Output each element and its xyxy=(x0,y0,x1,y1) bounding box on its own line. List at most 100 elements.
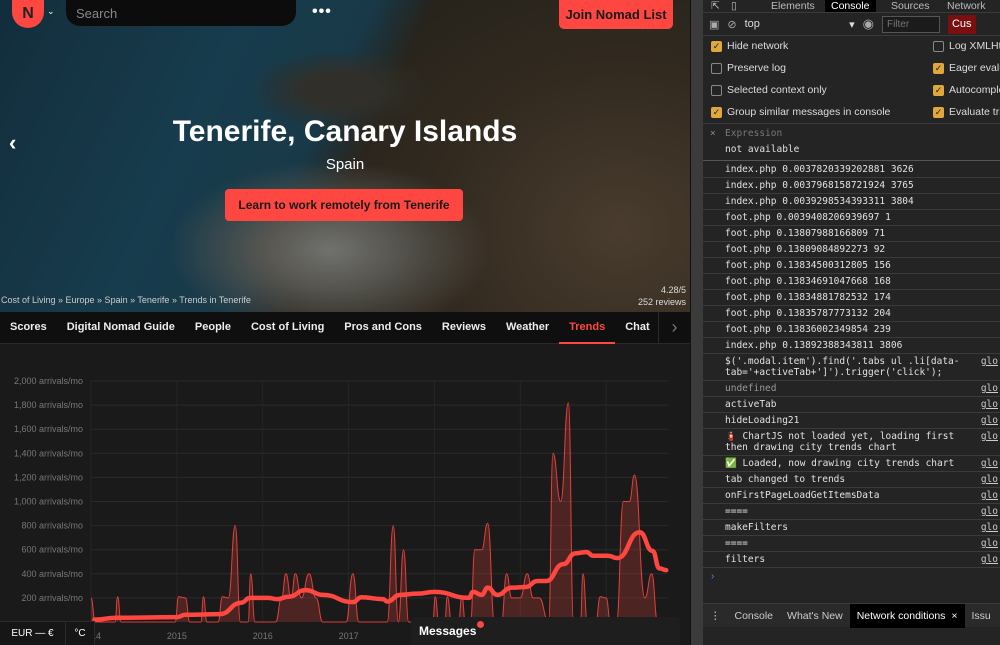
console-message: foot.php 0.13809084892273 92 xyxy=(703,242,1000,258)
join-nomad-list-button[interactable]: Join Nomad List xyxy=(559,0,673,29)
console-message: 🧯 ChartJS not loaded yet, loading first … xyxy=(703,429,1000,456)
currency-selector[interactable]: EUR — € xyxy=(0,622,66,645)
arrivals-chart: 200 arrivals/mo 400 arrivals/mo 600 arriva… xyxy=(14,376,669,641)
source-link[interactable]: glo xyxy=(981,522,998,533)
breadcrumb[interactable]: Cost of Living » Europe » Spain » Teneri… xyxy=(1,295,251,305)
arrivals-area xyxy=(91,402,658,622)
learn-remote-button[interactable]: Learn to work remotely from Tenerife xyxy=(225,189,463,221)
source-link[interactable]: glo xyxy=(981,399,998,410)
console-filter-input[interactable] xyxy=(881,15,940,33)
option-right-2[interactable]: ✓ Autocomple xyxy=(933,84,1000,96)
console-message: index.php 0.0039298534393311 3804 xyxy=(703,194,1000,210)
option-left-1[interactable]: Preserve log xyxy=(711,62,786,74)
message-text: undefined xyxy=(725,383,777,394)
message-text: foot.php 0.13835787773132 204 xyxy=(725,308,891,319)
close-icon[interactable]: × xyxy=(948,610,957,622)
eye-icon[interactable]: ◉ xyxy=(863,16,874,32)
option-right-1[interactable]: ✓ Eager evalu xyxy=(933,62,1000,74)
source-link[interactable]: glo xyxy=(981,383,998,394)
device-toggle-icon[interactable]: ▯ xyxy=(731,0,737,12)
option-right-0[interactable]: Log XMLHt xyxy=(933,40,1000,52)
tab-trends[interactable]: Trends xyxy=(559,312,616,344)
review-count[interactable]: 252 reviews xyxy=(638,296,686,308)
expression-label[interactable]: Expression xyxy=(725,128,782,139)
more-icon[interactable]: ••• xyxy=(312,3,332,21)
option-left-0[interactable]: ✓ Hide network xyxy=(711,40,788,52)
console-prompt[interactable]: › xyxy=(711,571,714,582)
clear-console-icon[interactable]: ⊘ xyxy=(727,18,736,31)
tab-weather[interactable]: Weather xyxy=(496,312,559,344)
y-tick-label: 1,600 arrivals/mo xyxy=(14,424,83,434)
chevron-down-icon[interactable]: ⌄ xyxy=(47,6,55,17)
source-link[interactable]: glo xyxy=(981,490,998,501)
sidebar-toggle-icon[interactable]: ▣ xyxy=(709,18,719,31)
chevron-right-icon[interactable]: › xyxy=(658,312,690,344)
tab-people[interactable]: People xyxy=(185,312,241,344)
source-link[interactable]: glo xyxy=(981,474,998,485)
console-toolbar: ▣ ⊘ top ▾ ◉ Cus xyxy=(703,13,1000,36)
source-link[interactable]: glo xyxy=(981,554,998,565)
source-link[interactable]: glo xyxy=(981,538,998,549)
message-text: 🧯 ChartJS not loaded yet, loading first … xyxy=(725,431,955,453)
rating: 4.28/5 252 reviews xyxy=(638,284,686,308)
source-link[interactable]: glo xyxy=(981,431,998,442)
checkbox[interactable]: ✓ xyxy=(933,106,944,118)
option-left-3[interactable]: ✓ Group similar messages in console xyxy=(711,106,890,118)
option-left-2[interactable]: Selected context only xyxy=(711,84,827,96)
y-tick-label: 1,800 arrivals/mo xyxy=(14,400,83,410)
source-link[interactable]: glo xyxy=(981,415,998,426)
context-selector[interactable]: top ▾ xyxy=(745,18,855,31)
checkbox[interactable] xyxy=(711,62,722,74)
checkbox[interactable] xyxy=(711,84,722,96)
source-link[interactable]: glo xyxy=(981,458,998,469)
devtools-tab-network[interactable]: Network xyxy=(947,0,986,12)
tab-pros-and-cons[interactable]: Pros and Cons xyxy=(334,312,432,344)
checkbox[interactable]: ✓ xyxy=(711,40,722,52)
message-text: filters xyxy=(725,554,766,565)
checkbox[interactable]: ✓ xyxy=(933,62,944,74)
x-tick-label: 2017 xyxy=(339,631,359,641)
devtools-tab-console[interactable]: Console xyxy=(825,0,876,12)
custom-levels-button[interactable]: Cus xyxy=(947,14,976,34)
tab-scores[interactable]: Scores xyxy=(0,312,57,344)
tab-cost-of-living[interactable]: Cost of Living xyxy=(241,312,334,344)
message-text: index.php 0.0037968158721924 3765 xyxy=(725,180,914,191)
drawer-tab-issues[interactable]: Issu xyxy=(965,610,998,622)
option-right-3[interactable]: ✓ Evaluate trig xyxy=(933,106,1000,118)
x-tick-label: 2015 xyxy=(167,631,187,641)
devtools-tab-elements[interactable]: Elements xyxy=(771,0,815,12)
inspect-icon[interactable]: ⇱ xyxy=(711,0,720,12)
console-message: foot.php 0.13835787773132 204 xyxy=(703,306,1000,322)
devtools-tab-sources[interactable]: Sources xyxy=(891,0,930,12)
drawer-tab-whats-new[interactable]: What's New xyxy=(780,610,850,622)
tab-chat[interactable]: Chat xyxy=(615,312,659,344)
message-text: foot.php 0.13836002349854 239 xyxy=(725,324,891,335)
y-tick-label: 1,400 arrivals/mo xyxy=(14,448,83,458)
devtools-resize-handle[interactable] xyxy=(690,0,703,645)
temperature-unit-toggle[interactable]: °C xyxy=(66,622,95,645)
messages-panel[interactable]: Messages xyxy=(411,617,680,645)
drawer-tab-network-conditions[interactable]: Network conditions × xyxy=(849,603,965,628)
message-text: onFirstPageLoadGetItemsData xyxy=(725,490,880,501)
dropdown-arrow-icon: ▾ xyxy=(849,18,855,31)
console-message: index.php 0.0037820339202881 3626 xyxy=(703,162,1000,178)
drawer-menu-icon[interactable]: ⋮ xyxy=(703,610,728,622)
console-message: foot.php 0.13807988166809 71 xyxy=(703,226,1000,242)
source-link[interactable]: glo xyxy=(981,356,998,367)
drawer-tab-console[interactable]: Console xyxy=(728,610,781,622)
tab-reviews[interactable]: Reviews xyxy=(432,312,496,344)
search-input[interactable] xyxy=(66,0,296,26)
close-icon[interactable]: × xyxy=(710,128,716,139)
tab-digital-nomad-guide[interactable]: Digital Nomad Guide xyxy=(57,312,185,344)
checkbox[interactable]: ✓ xyxy=(933,84,944,96)
console-message: filters glo xyxy=(703,552,1000,568)
checkbox[interactable]: ✓ xyxy=(711,106,722,118)
console-message: ==== glo xyxy=(703,536,1000,552)
source-link[interactable]: glo xyxy=(981,506,998,517)
checkbox[interactable] xyxy=(933,40,944,52)
y-tick-label: 400 arrivals/mo xyxy=(21,569,83,579)
message-text: foot.php 0.13809084892273 92 xyxy=(725,244,886,255)
y-tick-label: 200 arrivals/mo xyxy=(21,593,83,603)
rating-score: 4.28/5 xyxy=(660,285,686,295)
y-tick-label: 2,000 arrivals/mo xyxy=(14,376,83,386)
